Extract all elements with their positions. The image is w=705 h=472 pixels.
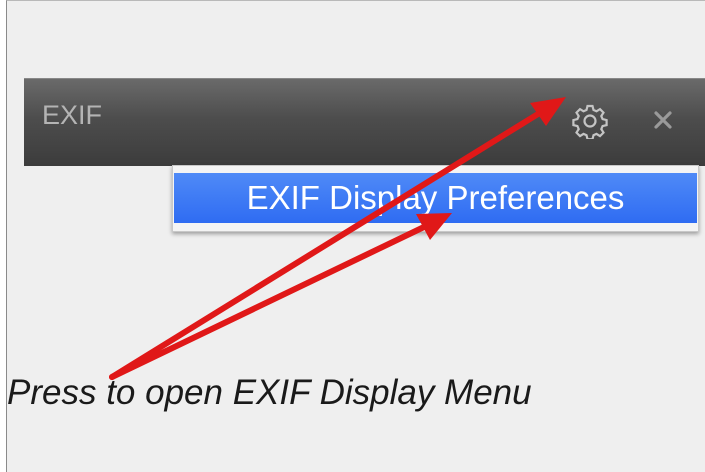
panel-title: EXIF [42, 100, 103, 130]
exif-panel-header: EXIF [24, 78, 705, 166]
settings-dropdown-menu: EXIF Display Preferences [172, 165, 699, 232]
close-icon[interactable] [650, 107, 676, 133]
gear-icon[interactable] [572, 103, 608, 141]
menu-item-exif-display-preferences[interactable]: EXIF Display Preferences [174, 173, 697, 223]
annotation-caption: Press to open EXIF Display Menu [7, 373, 532, 412]
